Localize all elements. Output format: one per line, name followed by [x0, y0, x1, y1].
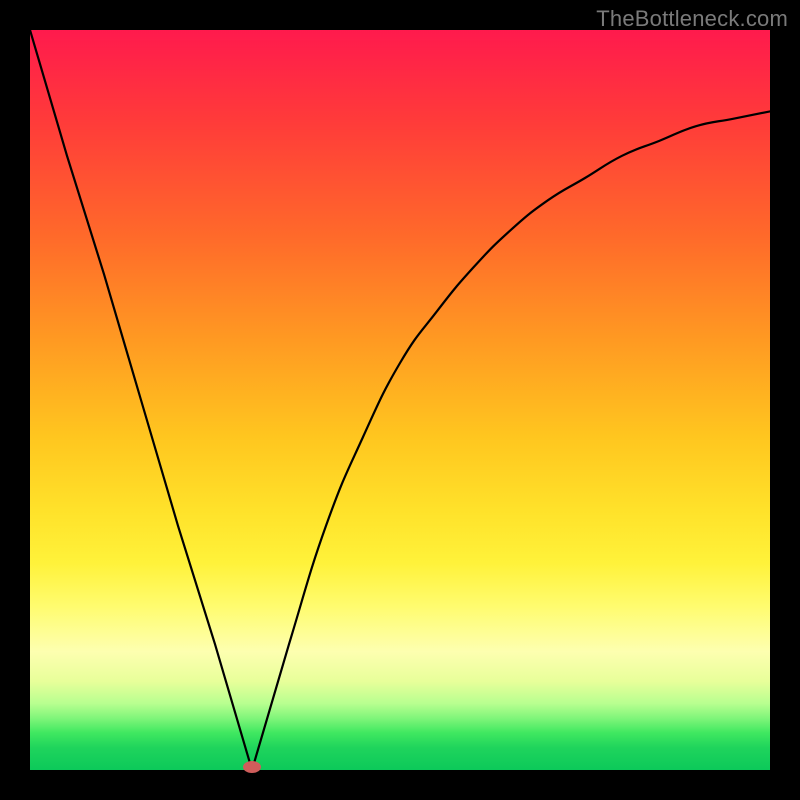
- optimal-point-marker: [243, 761, 261, 773]
- plot-area: [30, 30, 770, 770]
- attribution-label: TheBottleneck.com: [596, 6, 788, 32]
- chart-stage: TheBottleneck.com: [0, 0, 800, 800]
- bottleneck-curve: [30, 30, 770, 770]
- curve-layer: [30, 30, 770, 770]
